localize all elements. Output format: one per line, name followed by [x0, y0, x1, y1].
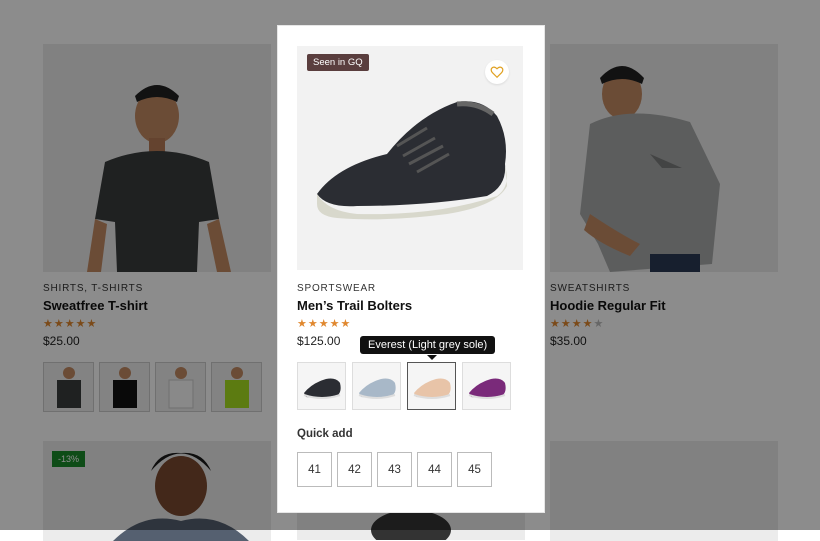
swatch-light-blue-shoe[interactable] — [352, 362, 401, 410]
product-price: $35.00 — [550, 334, 587, 348]
size-button-42[interactable]: 42 — [337, 452, 372, 487]
swatch-tooltip: Everest (Light grey sole) — [360, 336, 496, 354]
product-image-hoodie[interactable] — [550, 44, 778, 272]
lime-shirt-icon — [212, 363, 261, 411]
product-price: $25.00 — [43, 334, 80, 348]
swatch-white-shirt[interactable] — [155, 362, 206, 412]
product-title[interactable]: Men’s Trail Bolters — [297, 298, 412, 313]
seen-in-gq-badge: Seen in GQ — [307, 54, 369, 71]
color-swatches — [43, 362, 262, 412]
swatch-purple-shoe[interactable] — [462, 362, 511, 410]
rating-stars: ★★★★★ — [550, 318, 605, 330]
man-in-hoodie-image — [550, 44, 778, 272]
charcoal-shirt-icon — [44, 363, 93, 411]
product-title[interactable]: Sweatfree T-shirt — [43, 298, 148, 313]
dark-shoe-icon — [298, 363, 345, 409]
discount-badge: -13% — [52, 451, 86, 467]
rating-stars: ★★★★★ — [43, 318, 98, 330]
size-button-43[interactable]: 43 — [377, 452, 412, 487]
peach-shoe-icon — [408, 363, 455, 409]
size-button-44[interactable]: 44 — [417, 452, 452, 487]
black-shirt-icon — [100, 363, 149, 411]
swatch-lime-shirt[interactable] — [211, 362, 262, 412]
tooltip-arrow — [427, 355, 437, 360]
swatch-black-shirt[interactable] — [99, 362, 150, 412]
product-image-tshirt[interactable] — [43, 44, 271, 272]
product-price: $125.00 — [297, 334, 341, 348]
light-blue-shoe-icon — [353, 363, 400, 409]
man-in-tshirt-image — [43, 44, 271, 272]
heart-icon — [490, 66, 504, 79]
product-title[interactable]: Hoodie Regular Fit — [550, 298, 666, 313]
wishlist-button[interactable] — [485, 60, 509, 84]
swatch-dark-grey-shoe[interactable] — [297, 362, 346, 410]
product-category[interactable]: SHIRTS, T-SHIRTS — [43, 283, 143, 294]
size-button-41[interactable]: 41 — [297, 452, 332, 487]
size-button-45[interactable]: 45 — [457, 452, 492, 487]
product-image-row2-3[interactable] — [550, 441, 778, 541]
product-category[interactable]: SWEATSHIRTS — [550, 283, 630, 294]
rating-stars: ★★★★★ — [297, 318, 352, 330]
product-category[interactable]: SPORTSWEAR — [297, 283, 376, 294]
swatch-everest-shoe[interactable] — [407, 362, 456, 410]
purple-shoe-icon — [463, 363, 510, 409]
swatch-charcoal-shirt[interactable] — [43, 362, 94, 412]
quick-add-label: Quick add — [297, 428, 353, 440]
white-shirt-icon — [156, 363, 205, 411]
